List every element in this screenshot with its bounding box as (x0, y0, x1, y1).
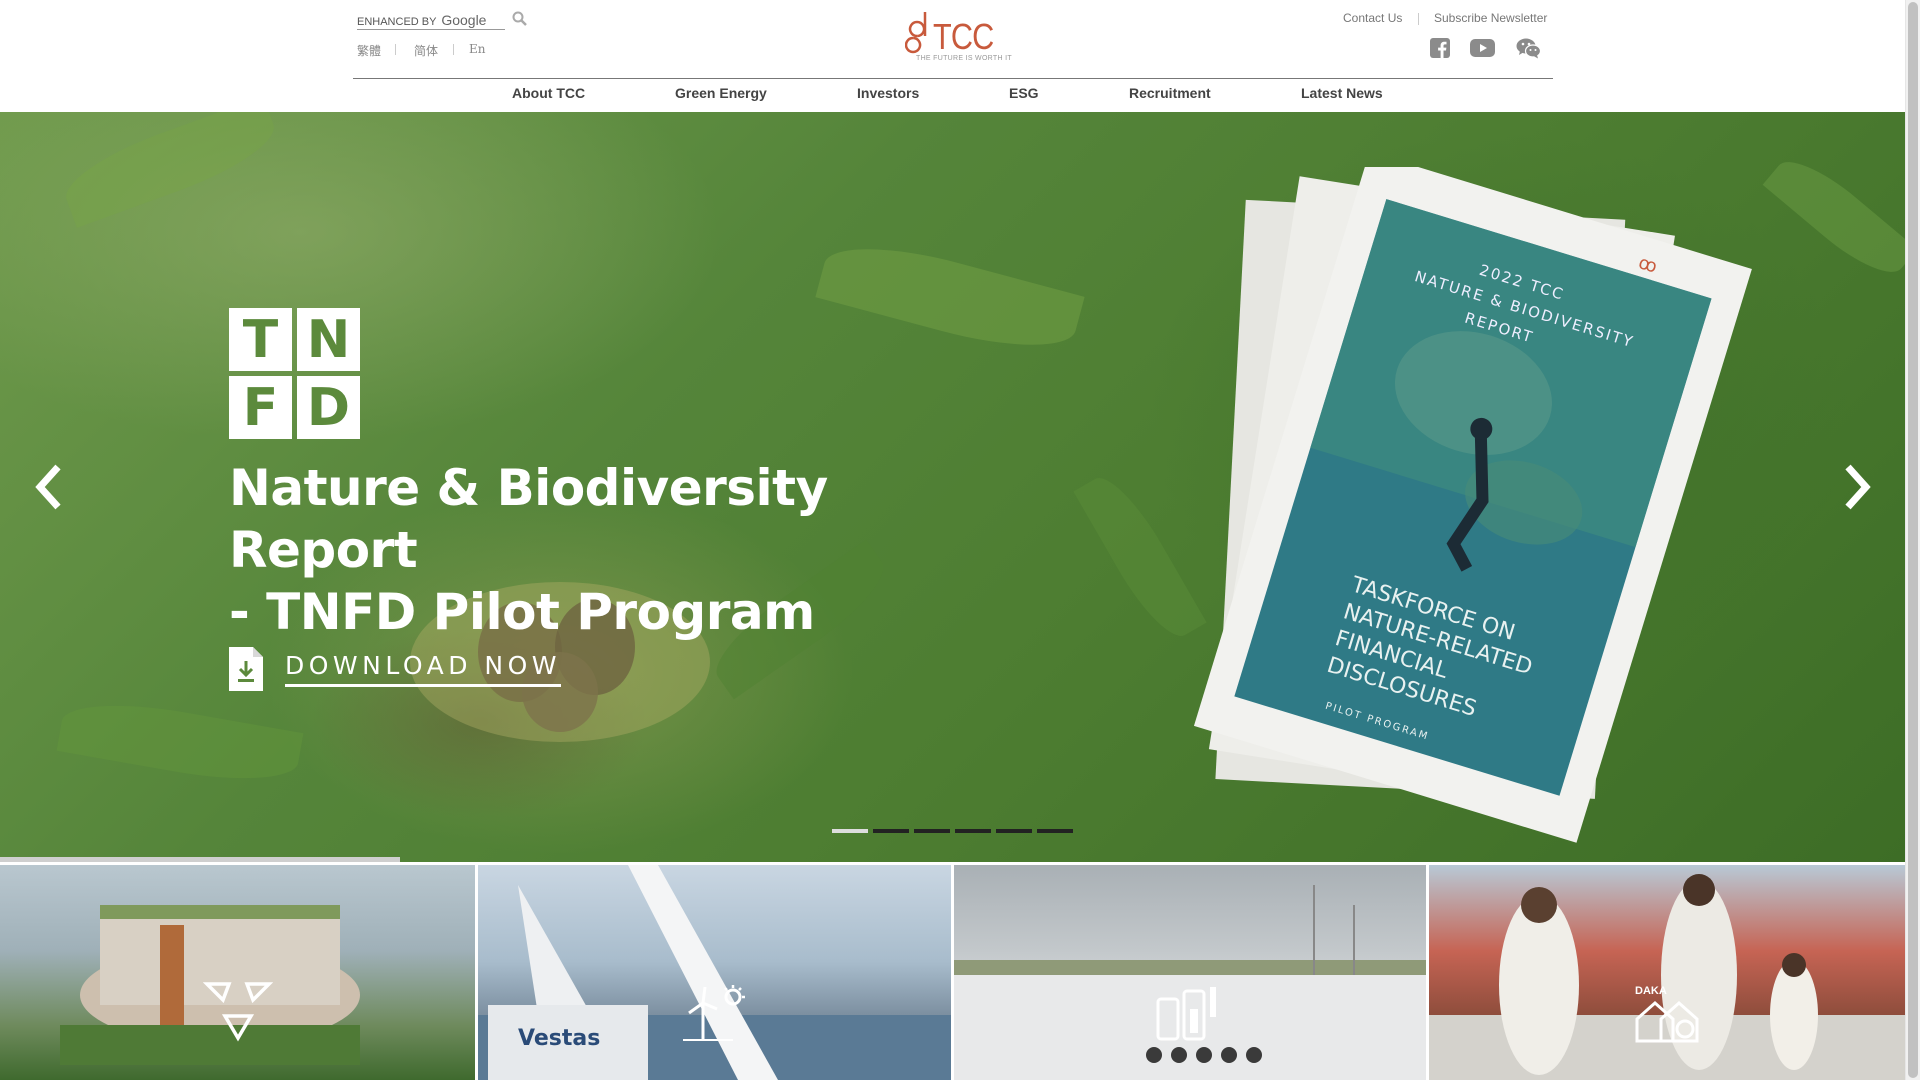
carousel-dot[interactable] (1037, 829, 1073, 833)
tile-energy-storage[interactable] (954, 865, 1426, 1080)
background-leaf (56, 112, 284, 228)
tile-storage-container-image (954, 885, 1426, 1080)
background-leaf (1762, 146, 1905, 288)
logo-text: TCC (933, 16, 994, 57)
chevron-right-icon (1845, 464, 1871, 510)
carousel-next-button[interactable] (1836, 462, 1876, 512)
lang-divider (395, 44, 396, 55)
download-now-button[interactable]: DOWNLOAD NOW (229, 644, 562, 694)
site-header: ENHANCED BY Google 繁體 简体 En TCC THE FUTU… (0, 0, 1905, 112)
report-cover-image: ꝏ 2022 TCC NATURE & BIODIVERSITY REPORT … (1193, 167, 1752, 843)
nav-recruitment[interactable]: Recruitment (1129, 85, 1211, 101)
hero-title-line2: - TNFD Pilot Program (229, 583, 815, 641)
carousel-indicators (832, 829, 1073, 833)
tnfd-letter: D (297, 376, 360, 439)
site-search[interactable]: ENHANCED BY Google (357, 10, 505, 30)
wechat-icon (1516, 38, 1541, 58)
svg-text:Vestas: Vestas (518, 1026, 600, 1051)
daka-home-icon (1635, 1000, 1699, 1043)
lang-english[interactable]: En (469, 42, 486, 56)
nav-esg[interactable]: ESG (1009, 85, 1039, 101)
page-scrollbar[interactable] (1905, 0, 1920, 1080)
youtube-icon (1469, 39, 1495, 57)
search-button[interactable] (511, 10, 529, 28)
nav-about-tcc[interactable]: About TCC (512, 85, 585, 101)
lang-traditional-chinese[interactable]: 繁體 (357, 42, 381, 59)
search-icon (512, 11, 527, 26)
nav-investors[interactable]: Investors (857, 85, 919, 101)
tnfd-badge: T N F D (229, 308, 360, 439)
download-now-label: DOWNLOAD NOW (285, 651, 562, 687)
wind-solar-icon (683, 985, 745, 1041)
lang-divider (453, 44, 454, 55)
feature-tiles: Vestas DAKA (0, 865, 1905, 1080)
scrollbar-thumb[interactable] (1908, 2, 1918, 1078)
hero-title-line1: Nature & Biodiversity Report (229, 459, 828, 579)
tile-daka[interactable]: DAKA (1429, 865, 1905, 1080)
battery-storage-icon (1156, 987, 1216, 1041)
tile-wind-solar[interactable]: Vestas (478, 865, 951, 1080)
search-input[interactable] (357, 10, 505, 30)
lang-simplified-chinese[interactable]: 简体 (414, 42, 438, 59)
carousel-dot[interactable] (873, 829, 909, 833)
main-nav: About TCC Green Energy Investors ESG Rec… (0, 85, 1905, 107)
nav-green-energy[interactable]: Green Energy (675, 85, 767, 101)
daka-icon-label: DAKA (1635, 985, 1667, 997)
youtube-link[interactable] (1469, 37, 1495, 59)
hero-carousel: ꝏ 2022 TCC NATURE & BIODIVERSITY REPORT … (0, 112, 1905, 862)
tnfd-letter: F (229, 376, 292, 439)
carousel-dot[interactable] (955, 829, 991, 833)
facebook-icon (1430, 38, 1450, 58)
tile-recycle[interactable] (0, 865, 475, 1080)
page: ENHANCED BY Google 繁體 简体 En TCC THE FUTU… (0, 0, 1920, 1080)
tcc-logo[interactable]: TCC THE FUTURE IS WORTH IT (905, 8, 1012, 68)
hero-title: Nature & Biodiversity Report - TNFD Pilo… (229, 457, 929, 643)
nav-divider (353, 78, 1553, 79)
carousel-prev-button[interactable] (30, 462, 70, 512)
recycle-icon (203, 982, 273, 1042)
tnfd-letter: N (297, 308, 360, 371)
tile-wind-turbine-image: Vestas (478, 865, 951, 1080)
tile-people-image (1429, 874, 1905, 1080)
carousel-dot[interactable] (996, 829, 1032, 833)
download-document-icon (229, 647, 263, 691)
chevron-left-icon (35, 464, 61, 510)
wechat-link[interactable] (1515, 37, 1541, 59)
contact-us-link[interactable]: Contact Us (1343, 11, 1402, 25)
carousel-progress-bar (0, 857, 400, 862)
logo-tagline: THE FUTURE IS WORTH IT (916, 55, 1012, 62)
carousel-dot[interactable] (832, 829, 868, 833)
carousel-dot[interactable] (914, 829, 950, 833)
daka-icon-wrapper: DAKA (1633, 985, 1705, 1045)
facebook-link[interactable] (1429, 37, 1451, 59)
nav-latest-news[interactable]: Latest News (1301, 85, 1383, 101)
subscribe-newsletter-link[interactable]: Subscribe Newsletter (1434, 11, 1547, 25)
background-leaf (56, 691, 304, 793)
background-leaf (815, 229, 1085, 365)
top-link-divider (1418, 13, 1419, 25)
tnfd-letter: T (229, 308, 292, 371)
